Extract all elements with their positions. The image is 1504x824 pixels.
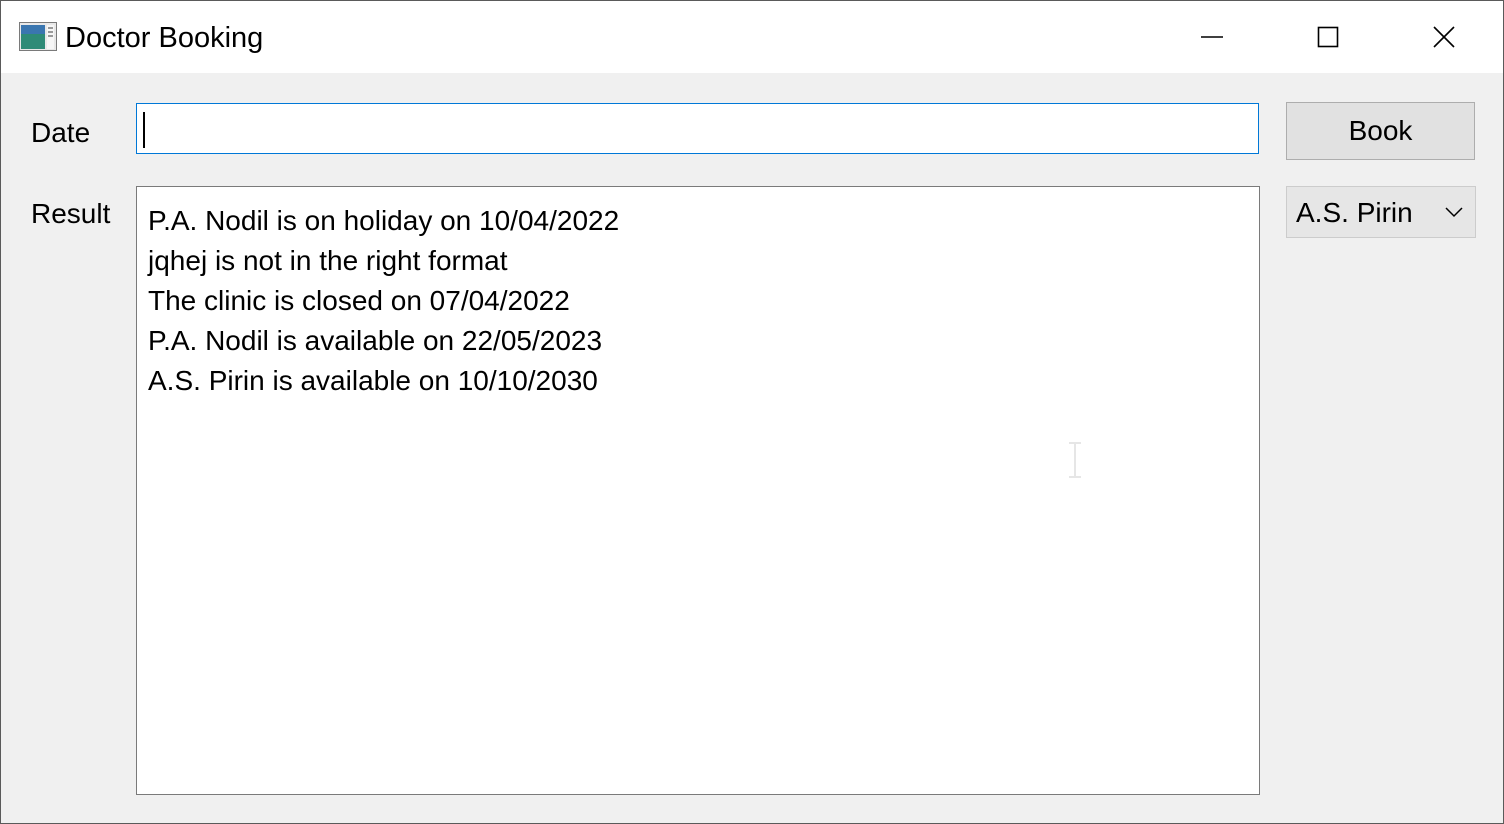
result-line: P.A. Nodil is available on 22/05/2023 <box>148 325 603 356</box>
close-button[interactable] <box>1386 1 1502 73</box>
chevron-down-icon <box>1445 207 1463 218</box>
date-label: Date <box>31 117 91 148</box>
close-icon <box>1433 26 1455 48</box>
result-line: P.A. Nodil is on holiday on 10/04/2022 <box>148 205 620 236</box>
result-textbox[interactable]: P.A. Nodil is on holiday on 10/04/2022 j… <box>136 186 1260 795</box>
doctor-select-value: A.S. Pirin <box>1296 197 1413 228</box>
title-bar[interactable]: Doctor Booking <box>1 1 1503 73</box>
result-lines: P.A. Nodil is on holiday on 10/04/2022 j… <box>148 201 619 401</box>
maximize-button[interactable] <box>1270 1 1386 73</box>
book-button[interactable]: Book <box>1286 102 1475 160</box>
minimize-button[interactable] <box>1154 1 1270 73</box>
ibeam-cursor-icon <box>1069 442 1081 478</box>
result-line: The clinic is closed on 07/04/2022 <box>148 285 570 316</box>
result-line: A.S. Pirin is available on 10/10/2030 <box>148 365 598 396</box>
result-label: Result <box>31 198 111 229</box>
result-line: jqhej is not in the right format <box>148 245 508 276</box>
maximize-icon <box>1317 26 1339 48</box>
window-title: Doctor Booking <box>65 22 264 54</box>
doctor-select[interactable]: A.S. Pirin <box>1286 186 1476 238</box>
minimize-icon <box>1201 36 1223 38</box>
date-input[interactable] <box>136 103 1259 154</box>
app-window-icon <box>19 22 57 51</box>
app-window: Doctor Booking Date Book Result P.A. Nod… <box>0 0 1504 824</box>
text-caret <box>143 112 145 148</box>
